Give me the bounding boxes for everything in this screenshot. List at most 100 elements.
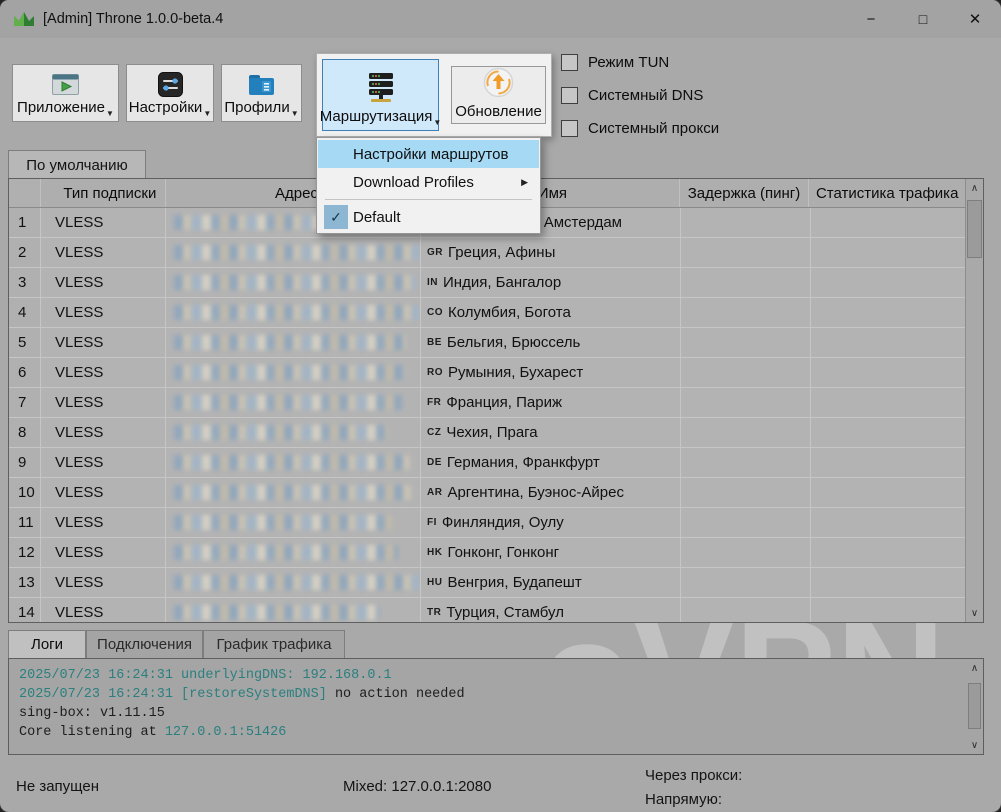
log-scrollbar[interactable]: ∧ ∨ xyxy=(966,659,983,754)
dropdown-caret-icon: ▼ xyxy=(291,109,299,118)
button-label: Приложение▼ xyxy=(17,99,114,118)
row-name: HKГонконг, Гонконг xyxy=(421,538,681,567)
minimize-button[interactable]: − xyxy=(845,0,897,38)
tun-mode-checkbox-row[interactable]: Режим TUN xyxy=(561,54,669,71)
server-location: Турция, Стамбул xyxy=(446,604,564,621)
redacted-address-blur xyxy=(174,275,416,290)
row-name: CZЧехия, Прага xyxy=(421,418,681,447)
menu-item-download-profiles[interactable]: Download Profiles ▶ xyxy=(318,168,539,196)
menu-item-default-profile[interactable]: ✓ Default xyxy=(318,203,539,231)
server-location: Финляндия, Оулу xyxy=(442,514,564,531)
header-traffic[interactable]: Статистика трафика xyxy=(809,179,965,207)
country-code: DE xyxy=(427,457,442,468)
table-row[interactable]: 14 VLESS TRТурция, Стамбул xyxy=(9,598,983,623)
status-via-proxy: Через прокси: xyxy=(645,764,742,788)
row-number: 8 xyxy=(9,418,41,447)
row-ping xyxy=(681,358,811,387)
table-row[interactable]: 8 VLESS CZЧехия, Прага xyxy=(9,418,983,448)
row-traffic xyxy=(811,388,967,417)
row-address-redacted xyxy=(166,358,421,387)
row-address-redacted xyxy=(166,298,421,327)
redacted-address-blur xyxy=(174,485,412,500)
country-code: BE xyxy=(427,337,442,348)
table-row[interactable]: 4 VLESS COКолумбия, Богота xyxy=(9,298,983,328)
checkbox-unchecked[interactable] xyxy=(561,120,578,137)
row-ping xyxy=(681,208,811,237)
country-code: TR xyxy=(427,607,441,618)
table-row[interactable]: 6 VLESS ROРумыния, Бухарест xyxy=(9,358,983,388)
server-location: Аргентина, Буэнос-Айрес xyxy=(447,484,624,501)
profiles-button[interactable]: Профили▼ xyxy=(221,64,302,122)
scroll-down-icon[interactable]: ∨ xyxy=(966,736,983,754)
row-number: 5 xyxy=(9,328,41,357)
tab-default-profile[interactable]: По умолчанию xyxy=(8,150,146,179)
settings-button[interactable]: Настройки▼ xyxy=(126,64,214,122)
application-button[interactable]: Приложение▼ xyxy=(12,64,119,122)
app-window-icon xyxy=(52,69,79,99)
row-ping xyxy=(681,268,811,297)
table-row[interactable]: 3 VLESS INИндия, Бангалор xyxy=(9,268,983,298)
table-row[interactable]: 9 VLESS DEГермания, Франкфурт xyxy=(9,448,983,478)
header-subscription-type[interactable]: Тип подписки xyxy=(41,179,166,207)
row-number: 7 xyxy=(9,388,41,417)
server-location: Колумбия, Богота xyxy=(448,304,571,321)
table-body: 1 VLESS NLНидерланды, Амстердам 2 VLESS … xyxy=(9,208,983,623)
row-traffic xyxy=(811,598,967,623)
table-row[interactable]: 12 VLESS HKГонконг, Гонконг xyxy=(9,538,983,568)
row-ping xyxy=(681,328,811,357)
scrollbar-thumb[interactable] xyxy=(968,683,981,729)
row-subscription-type: VLESS xyxy=(41,538,166,567)
tab-connections[interactable]: Подключения xyxy=(86,630,203,658)
server-location: Чехия, Прага xyxy=(446,424,537,441)
row-subscription-type: VLESS xyxy=(41,358,166,387)
sliders-icon xyxy=(158,69,183,99)
log-panel: 2025/07/23 16:24:31 underlyingDNS: 192.1… xyxy=(8,658,984,755)
maximize-button[interactable]: □ xyxy=(897,0,949,38)
country-code: FR xyxy=(427,397,441,408)
table-row[interactable]: 7 VLESS FRФранция, Париж xyxy=(9,388,983,418)
server-location: Германия, Франкфурт xyxy=(447,454,600,471)
scrollbar-thumb[interactable] xyxy=(967,200,982,258)
table-row[interactable]: 13 VLESS HUВенгрия, Будапешт xyxy=(9,568,983,598)
row-subscription-type: VLESS xyxy=(41,268,166,297)
checkbox-unchecked[interactable] xyxy=(561,87,578,104)
row-ping xyxy=(681,418,811,447)
scroll-up-icon[interactable]: ∧ xyxy=(966,179,983,197)
country-code: HU xyxy=(427,577,442,588)
table-scrollbar[interactable]: ∧ ∨ xyxy=(965,179,983,622)
row-subscription-type: VLESS xyxy=(41,448,166,477)
system-dns-checkbox-row[interactable]: Системный DNS xyxy=(561,87,703,104)
routing-dropdown-menu: Настройки маршрутов Download Profiles ▶ … xyxy=(316,137,541,234)
table-row[interactable]: 11 VLESS FIФинляндия, Оулу xyxy=(9,508,983,538)
button-label: Маршрутизация▼ xyxy=(320,108,442,127)
status-not-running: Не запущен xyxy=(16,778,99,795)
table-row[interactable]: 5 VLESS BEБельгия, Брюссель xyxy=(9,328,983,358)
redacted-address-blur xyxy=(174,455,410,470)
update-button[interactable]: Обновление xyxy=(451,66,546,124)
header-ping[interactable]: Задержка (пинг) xyxy=(680,179,810,207)
menu-item-route-settings[interactable]: Настройки маршрутов xyxy=(318,140,539,168)
tab-logs[interactable]: Логи xyxy=(8,630,86,658)
routing-button[interactable]: Маршрутизация▼ xyxy=(322,59,439,131)
status-direct: Напрямую: xyxy=(645,788,742,812)
scroll-up-icon[interactable]: ∧ xyxy=(966,659,983,677)
row-traffic xyxy=(811,358,967,387)
header-index[interactable] xyxy=(9,179,41,207)
row-traffic xyxy=(811,538,967,567)
row-traffic xyxy=(811,268,967,297)
table-row[interactable]: 10 VLESS ARАргентина, Буэнос-Айрес xyxy=(9,478,983,508)
country-code: AR xyxy=(427,487,442,498)
row-subscription-type: VLESS xyxy=(41,508,166,537)
row-number: 12 xyxy=(9,538,41,567)
tab-traffic-graph[interactable]: График трафика xyxy=(203,630,345,658)
system-proxy-checkbox-row[interactable]: Системный прокси xyxy=(561,120,719,137)
table-row[interactable]: 2 VLESS GRГреция, Афины xyxy=(9,238,983,268)
redacted-address-blur xyxy=(174,395,402,410)
country-code: GR xyxy=(427,247,443,258)
scroll-down-icon[interactable]: ∨ xyxy=(966,604,983,622)
redacted-address-blur xyxy=(174,515,392,530)
row-traffic xyxy=(811,478,967,507)
row-ping xyxy=(681,538,811,567)
checkbox-unchecked[interactable] xyxy=(561,54,578,71)
close-button[interactable]: ✕ xyxy=(949,0,1001,38)
